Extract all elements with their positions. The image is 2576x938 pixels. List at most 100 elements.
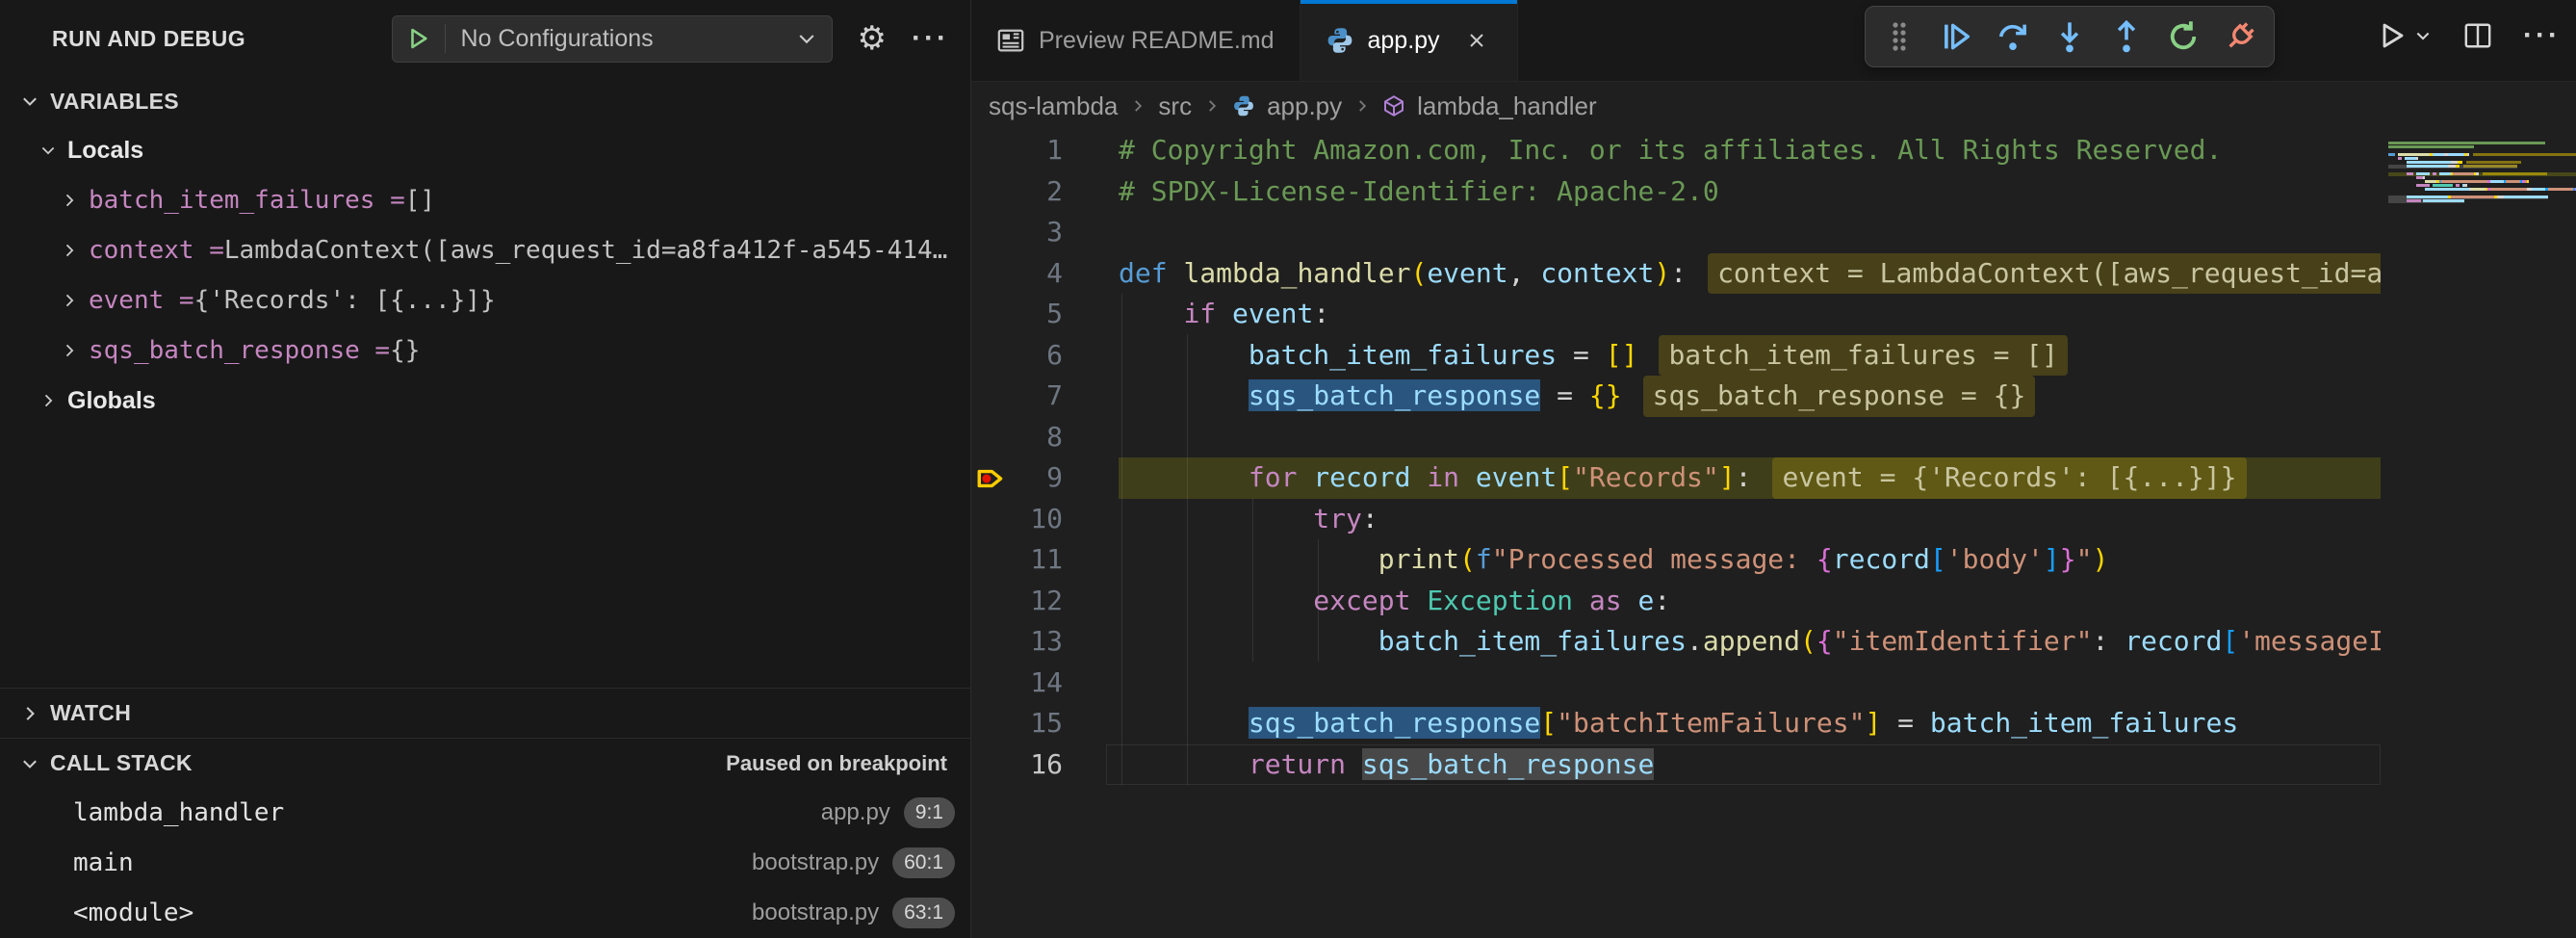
code-line-13[interactable]: 13 batch_item_failures.append({"itemIden…: [971, 621, 2381, 663]
line-number[interactable]: 8: [971, 417, 1063, 458]
line-number[interactable]: 7: [971, 376, 1063, 417]
code-line-3[interactable]: 3: [971, 212, 2381, 253]
code-line-14[interactable]: 14: [971, 663, 2381, 704]
code-line-6[interactable]: 6 batch_item_failures = []batch_item_fai…: [971, 335, 2381, 377]
chevron-down-icon: [795, 27, 818, 50]
line-number[interactable]: 12: [971, 581, 1063, 622]
line-number[interactable]: 14: [971, 663, 1063, 704]
code-line-2[interactable]: 2 # SPDX-License-Identifier: Apache-2.0: [971, 171, 2381, 213]
code-text[interactable]: if event:: [1119, 298, 1329, 329]
code-text[interactable]: batch_item_failures = []batch_item_failu…: [1119, 339, 2068, 371]
variable-row[interactable]: context = LambdaContext([aws_request_id=…: [0, 225, 970, 275]
start-debug-icon[interactable]: [406, 26, 431, 51]
debug-continue-button[interactable]: [1933, 13, 1979, 60]
variable-row[interactable]: event = {'Records': [{...}]}: [0, 275, 970, 326]
config-dropdown-label: No Configurations: [461, 25, 795, 53]
disconnect-button[interactable]: [2217, 13, 2263, 60]
code-line-8[interactable]: 8: [971, 417, 2381, 458]
debug-config-dropdown[interactable]: No Configurations: [392, 15, 833, 63]
split-editor-button[interactable]: [2458, 15, 2498, 56]
code-editor[interactable]: 1 # Copyright Amazon.com, Inc. or its aff…: [971, 130, 2381, 938]
step-into-button[interactable]: [2047, 13, 2093, 60]
stack-frame-row[interactable]: mainbootstrap.py60:1: [0, 838, 970, 888]
variables-tree: Localsbatch_item_failures = []context = …: [0, 125, 970, 426]
code-line-1[interactable]: 1 # Copyright Amazon.com, Inc. or its aff…: [971, 130, 2381, 171]
code-line-11[interactable]: 11 print(f"Processed message: {record['b…: [971, 539, 2381, 581]
line-number[interactable]: 10: [971, 499, 1063, 540]
more-actions-icon[interactable]: ···: [2517, 13, 2566, 58]
code-line-10[interactable]: 10 try:: [971, 499, 2381, 540]
code-line-4[interactable]: 4 def lambda_handler(event, context):cont…: [971, 253, 2381, 295]
inline-debug-value: context = LambdaContext([aws_request_id=…: [1708, 253, 2381, 295]
gear-icon[interactable]: ⚙: [858, 22, 887, 55]
restart-button[interactable]: [2160, 13, 2206, 60]
code-text[interactable]: # Copyright Amazon.com, Inc. or its affi…: [1119, 134, 2222, 166]
chevron-down-icon: [19, 91, 40, 112]
step-out-button[interactable]: [2103, 13, 2150, 60]
code-text[interactable]: # SPDX-License-Identifier: Apache-2.0: [1119, 175, 1719, 207]
line-number[interactable]: 6: [971, 335, 1063, 377]
code-text[interactable]: return sqs_batch_response: [1119, 748, 1654, 780]
editor-actions: ···: [2371, 13, 2566, 58]
variables-section-header[interactable]: VARIABLES: [0, 77, 970, 125]
run-python-file-button[interactable]: [2371, 14, 2438, 57]
breadcrumb: sqs-lambda src app.py lambda_handler: [971, 82, 2576, 130]
line-number[interactable]: 3: [971, 212, 1063, 253]
breakpoint-paused-icon[interactable]: [975, 462, 1008, 495]
more-actions-icon[interactable]: ···: [912, 24, 949, 53]
code-text[interactable]: for record in event["Records"]:event = {…: [1119, 461, 2247, 493]
chevron-down-icon: [19, 753, 40, 774]
tab-label: Preview README.md: [1039, 27, 1275, 55]
code-line-7[interactable]: 7 sqs_batch_response = {}sqs_batch_respo…: [971, 376, 2381, 417]
code-text[interactable]: print(f"Processed message: {record['body…: [1119, 543, 2108, 575]
scope-label: Globals: [67, 387, 156, 415]
vscode-window: RUN AND DEBUG No Configurations ⚙ ··· VA…: [0, 0, 2576, 938]
minimap[interactable]: [2381, 130, 2576, 938]
line-number[interactable]: 13: [971, 621, 1063, 663]
breadcrumb-file[interactable]: app.py: [1267, 91, 1342, 121]
line-number[interactable]: 16: [971, 744, 1063, 786]
line-number[interactable]: 11: [971, 539, 1063, 581]
code-line-16[interactable]: 16 return sqs_batch_response: [971, 744, 2381, 786]
code-line-15[interactable]: 15 sqs_batch_response["batchItemFailures…: [971, 703, 2381, 744]
breadcrumb-folder[interactable]: sqs-lambda: [989, 91, 1118, 121]
tab-preview-readme[interactable]: Preview README.md: [971, 0, 1301, 81]
breadcrumb-symbol[interactable]: lambda_handler: [1417, 91, 1596, 121]
scope-row-globals[interactable]: Globals: [0, 376, 970, 426]
frame-position-badge: 63:1: [892, 898, 955, 928]
code-text[interactable]: def lambda_handler(event, context):conte…: [1119, 257, 2381, 289]
chevron-right-icon: [1203, 97, 1221, 115]
watch-section-header[interactable]: WATCH: [0, 688, 970, 738]
minimap-line: [2388, 199, 2576, 203]
code-line-9[interactable]: 9 for record in event["Records"]:event =…: [971, 457, 2381, 499]
breadcrumb-folder[interactable]: src: [1158, 91, 1192, 121]
call-stack-section-header[interactable]: CALL STACK Paused on breakpoint: [0, 738, 970, 788]
tab-app-py[interactable]: app.py: [1301, 0, 1518, 81]
code-text[interactable]: try:: [1119, 503, 1378, 534]
code-text[interactable]: sqs_batch_response = {}sqs_batch_respons…: [1119, 379, 2035, 411]
frame-name: lambda_handler: [73, 798, 821, 827]
line-number[interactable]: 4: [971, 253, 1063, 295]
variable-row[interactable]: batch_item_failures = []: [0, 175, 970, 225]
code-text[interactable]: except Exception as e:: [1119, 585, 1670, 616]
code-text[interactable]: sqs_batch_response["batchItemFailures"] …: [1119, 707, 2238, 739]
stack-frame-row[interactable]: <module>bootstrap.py63:1: [0, 888, 970, 938]
code-text[interactable]: batch_item_failures.append({"itemIdentif…: [1119, 625, 2381, 657]
line-number[interactable]: 1: [971, 130, 1063, 171]
stack-frame-row[interactable]: lambda_handlerapp.py9:1: [0, 788, 970, 838]
code-line-12[interactable]: 12 except Exception as e:: [971, 581, 2381, 622]
variable-row[interactable]: sqs_batch_response = {}: [0, 326, 970, 376]
close-icon[interactable]: [1461, 25, 1492, 56]
chevron-right-icon: [60, 241, 79, 260]
chevron-right-icon: [60, 341, 79, 360]
step-over-button[interactable]: [1990, 13, 2036, 60]
drag-handle-icon[interactable]: [1876, 13, 1922, 60]
code-line-5[interactable]: 5 if event:: [971, 294, 2381, 335]
chevron-right-icon: [60, 191, 79, 210]
line-number[interactable]: 2: [971, 171, 1063, 213]
line-number[interactable]: 5: [971, 294, 1063, 335]
scope-row-locals[interactable]: Locals: [0, 125, 970, 175]
chevron-right-icon: [19, 703, 40, 724]
line-number[interactable]: 15: [971, 703, 1063, 744]
debug-toolbar: [1865, 6, 2275, 67]
